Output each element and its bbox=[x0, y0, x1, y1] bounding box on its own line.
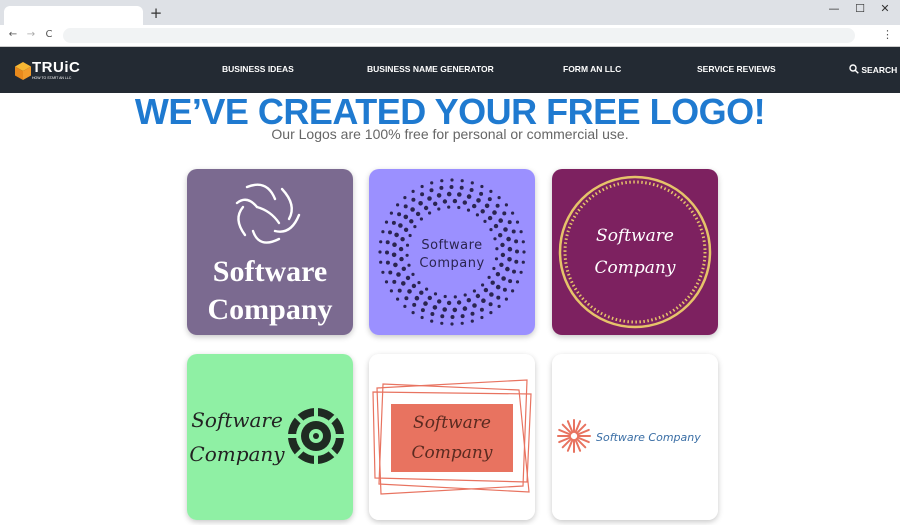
brand-name: TRUiC bbox=[32, 59, 81, 76]
logo-card-2[interactable]: Software Company bbox=[369, 169, 535, 335]
maximize-icon[interactable]: ☐ bbox=[846, 2, 874, 16]
search-label: SEARCH bbox=[861, 65, 898, 75]
address-bar: ← → C ⋮ bbox=[0, 25, 900, 47]
logo-card-5-line1: Software bbox=[413, 413, 491, 433]
forward-icon[interactable]: → bbox=[24, 28, 38, 42]
close-icon[interactable]: ✕ bbox=[871, 2, 899, 16]
reload-icon[interactable]: C bbox=[42, 28, 56, 42]
logo-card-3[interactable]: Software Company bbox=[552, 169, 718, 335]
browser-menu-icon[interactable]: ⋮ bbox=[882, 28, 893, 42]
browser-tab-bar: + — ☐ ✕ bbox=[0, 0, 900, 25]
truic-logo[interactable]: TRUiC HOW TO START AN LLC bbox=[15, 59, 87, 84]
search-button[interactable]: SEARCH bbox=[849, 64, 897, 75]
url-input[interactable] bbox=[63, 28, 855, 43]
logo-card-1[interactable]: Software Company bbox=[187, 169, 353, 335]
logo-card-2-line1: Software bbox=[421, 238, 482, 253]
browser-tab[interactable] bbox=[4, 6, 143, 25]
nav-business-name-generator[interactable]: BUSINESS NAME GENERATOR bbox=[367, 64, 494, 74]
logo-card-6-text: Software Company bbox=[596, 431, 701, 444]
logo-card-6[interactable]: Software Company bbox=[552, 354, 718, 520]
nav-service-reviews[interactable]: SERVICE REVIEWS bbox=[697, 64, 776, 74]
minimize-icon[interactable]: — bbox=[820, 2, 848, 16]
logo-card-3-bg bbox=[552, 169, 718, 335]
site-navbar: TRUiC HOW TO START AN LLC BUSINESS IDEAS… bbox=[0, 47, 900, 93]
new-tab-button[interactable]: + bbox=[149, 5, 163, 21]
page-subtitle: Our Logos are 100% free for personal or … bbox=[271, 126, 629, 142]
logo-card-4-line1: Software bbox=[191, 408, 283, 432]
logo-card-5[interactable]: Software Company bbox=[369, 354, 535, 520]
cube-icon bbox=[15, 62, 31, 80]
search-icon bbox=[849, 64, 859, 74]
logo-card-3-line1: Software bbox=[596, 226, 674, 246]
logo-card-4-line2: Company bbox=[189, 442, 285, 466]
brand-tagline: HOW TO START AN LLC bbox=[32, 76, 72, 80]
logo-card-5-line2: Company bbox=[412, 443, 493, 463]
mandala-icon bbox=[288, 408, 344, 464]
back-icon[interactable]: ← bbox=[6, 28, 20, 42]
nav-form-an-llc[interactable]: FORM AN LLC bbox=[563, 64, 621, 74]
logo-card-4[interactable]: Software Company bbox=[187, 354, 353, 520]
logo-card-3-line2: Company bbox=[595, 258, 676, 278]
logo-card-2-line2: Company bbox=[419, 256, 484, 271]
logo-card-1-line1: Software bbox=[213, 255, 327, 288]
logo-card-1-line2: Company bbox=[207, 293, 332, 326]
nav-business-ideas[interactable]: BUSINESS IDEAS bbox=[222, 64, 294, 74]
